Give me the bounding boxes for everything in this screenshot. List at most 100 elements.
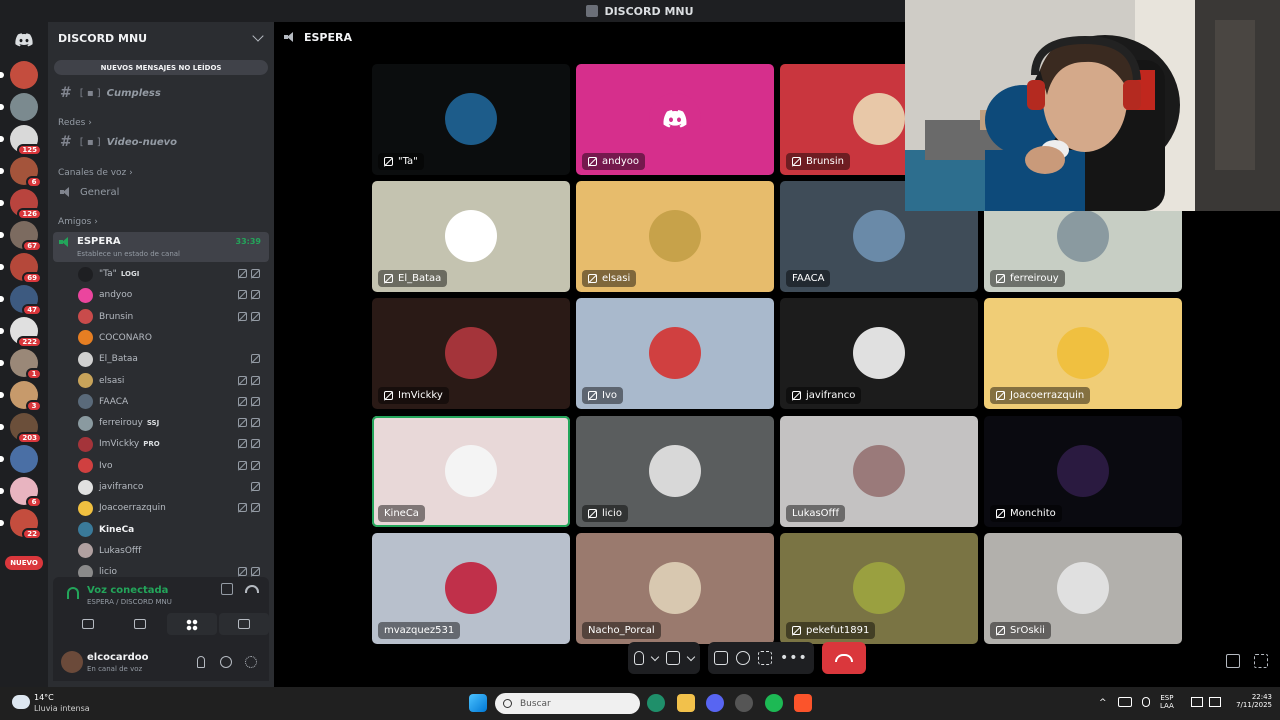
server-icon[interactable]	[0, 93, 38, 121]
fullscreen-icon[interactable]	[1254, 654, 1268, 668]
channel-video-nuevo[interactable]: # [ ▪ ] Video-nuevo	[60, 133, 177, 151]
edge-icon[interactable]	[647, 694, 665, 712]
voice-member[interactable]: javifranco	[78, 478, 264, 496]
participant-tile[interactable]: elsasi	[576, 181, 774, 293]
channel-espera-active[interactable]: ESPERA Establece un estado de canal 33:3…	[53, 232, 269, 262]
channel-general[interactable]: General	[60, 183, 119, 201]
server-icon[interactable]: 125	[0, 125, 42, 156]
start-icon[interactable]	[469, 694, 487, 712]
server-icon[interactable]	[0, 61, 38, 89]
screen-share-icon[interactable]	[714, 651, 728, 665]
avatar[interactable]	[61, 651, 83, 673]
new-unread-badge[interactable]: NUEVO	[5, 556, 43, 570]
server-icon[interactable]: 22	[0, 509, 42, 540]
network-icon[interactable]	[1118, 697, 1132, 707]
wifi-icon[interactable]	[1191, 697, 1203, 707]
tray-overflow-icon[interactable]: ^	[1099, 698, 1107, 708]
voice-member[interactable]: KineCa	[78, 521, 264, 539]
activities-icon[interactable]	[736, 651, 750, 665]
voice-member[interactable]: LukasOfff	[78, 542, 264, 560]
voice-member[interactable]: Brunsin	[78, 308, 264, 326]
server-icon[interactable]: 222	[0, 317, 42, 348]
discord-icon[interactable]	[706, 694, 724, 712]
server-icon[interactable]	[0, 445, 38, 473]
voice-member[interactable]: elsasi	[78, 372, 264, 390]
participant-tile[interactable]: Joacoerrazquin	[984, 298, 1182, 410]
participant-tile[interactable]: LukasOfff	[780, 415, 978, 527]
username[interactable]: elcocardoo	[87, 652, 149, 663]
spotify-icon[interactable]	[765, 694, 783, 712]
participant-tile[interactable]: ImVickky	[372, 298, 570, 410]
participant-tile[interactable]: Ivo	[576, 298, 774, 410]
volume-icon[interactable]	[1209, 697, 1221, 707]
participant-tile[interactable]: Monchito	[984, 415, 1182, 527]
voice-member[interactable]: COCONARO	[78, 329, 264, 347]
participant-tile[interactable]: licio	[576, 415, 774, 527]
clock[interactable]: 22:43 7/11/2025	[1226, 693, 1272, 709]
guild-header[interactable]: DISCORD MNU	[48, 22, 274, 54]
discord-logo-icon[interactable]	[12, 28, 36, 52]
participant-tile[interactable]: El_Bataa	[372, 181, 570, 293]
voice-status-title[interactable]: Voz conectada	[87, 585, 168, 596]
category-redes[interactable]: Redes ›	[58, 118, 92, 128]
obs-icon[interactable]	[735, 694, 753, 712]
screen-share-button[interactable]	[115, 613, 165, 635]
soundboard-button[interactable]	[219, 613, 269, 635]
voice-member[interactable]: "Ta" LOGI	[78, 265, 264, 283]
channel-cumpless[interactable]: # [ ▪ ] Cumpless	[60, 84, 161, 102]
gear-icon[interactable]	[245, 656, 257, 668]
noise-suppression-icon[interactable]	[221, 583, 233, 595]
taskbar-search[interactable]: Buscar	[495, 693, 640, 714]
participant-tile[interactable]: andyoo	[576, 64, 774, 175]
category-amigos[interactable]: Amigos ›	[58, 217, 98, 227]
category-voice[interactable]: Canales de voz ›	[58, 168, 133, 178]
microphone-icon[interactable]	[634, 651, 644, 665]
voice-member[interactable]: FAACA	[78, 393, 264, 411]
server-icon[interactable]: 3	[0, 381, 42, 412]
popout-icon[interactable]	[1226, 654, 1240, 668]
participant-tile[interactable]: Nacho_Porcal	[576, 532, 774, 644]
voice-member[interactable]: ImVickky PRO	[78, 435, 264, 453]
microphone-icon[interactable]	[197, 656, 205, 668]
participant-tile[interactable]: mvazquez531	[372, 532, 570, 644]
disconnect-button[interactable]	[821, 642, 866, 674]
voice-member[interactable]: Ivo	[78, 457, 264, 475]
weather-icon[interactable]	[12, 695, 30, 709]
brave-icon[interactable]	[794, 694, 812, 712]
server-icon[interactable]: 6	[0, 477, 42, 508]
file-explorer-icon[interactable]	[677, 694, 695, 712]
weather-desc[interactable]: Lluvia intensa	[34, 704, 90, 713]
server-icon[interactable]: 203	[0, 413, 42, 444]
voice-status-subtitle[interactable]: ESPERA / DISCORD MNU	[87, 598, 172, 606]
more-options-icon[interactable]: •••	[780, 651, 808, 665]
voice-member[interactable]: andyoo	[78, 286, 264, 304]
participant-tile[interactable]: KineCa	[372, 415, 570, 527]
participant-tile[interactable]: pekefut1891	[780, 532, 978, 644]
disconnect-icon[interactable]	[245, 585, 259, 593]
server-icon[interactable]: 69	[0, 253, 42, 284]
chevron-down-icon[interactable]	[686, 652, 696, 661]
soundboard-icon[interactable]	[758, 651, 772, 665]
voice-member[interactable]: ferreirouy SSJ	[78, 414, 264, 432]
voice-member[interactable]: Joacoerrazquin	[78, 499, 264, 517]
server-icon[interactable]: 1	[0, 349, 42, 380]
channel-status[interactable]: Establece un estado de canal	[77, 250, 180, 258]
server-icon[interactable]: 6	[0, 157, 42, 188]
weather-temp[interactable]: 14°C	[34, 693, 54, 702]
camera-button[interactable]	[63, 613, 113, 635]
voice-member[interactable]: El_Bataa	[78, 350, 264, 368]
activities-button[interactable]	[167, 613, 217, 635]
chevron-down-icon[interactable]	[650, 652, 660, 661]
server-icon[interactable]: 126	[0, 189, 42, 220]
server-icon[interactable]: 47	[0, 285, 42, 316]
input-language[interactable]: ESP LAA	[1160, 694, 1174, 710]
headphones-icon[interactable]	[220, 656, 232, 668]
server-icon[interactable]: 67	[0, 221, 42, 252]
camera-off-icon[interactable]	[666, 651, 680, 665]
participant-tile[interactable]: javifranco	[780, 298, 978, 410]
mic-tray-icon[interactable]	[1142, 697, 1150, 707]
participant-tile[interactable]: "Ta"	[372, 64, 570, 175]
signal-icon[interactable]	[67, 587, 79, 599]
participant-tile[interactable]: SrOskii	[984, 532, 1182, 644]
unread-messages-pill[interactable]: NUEVOS MENSAJES NO LEÍDOS	[54, 60, 268, 75]
